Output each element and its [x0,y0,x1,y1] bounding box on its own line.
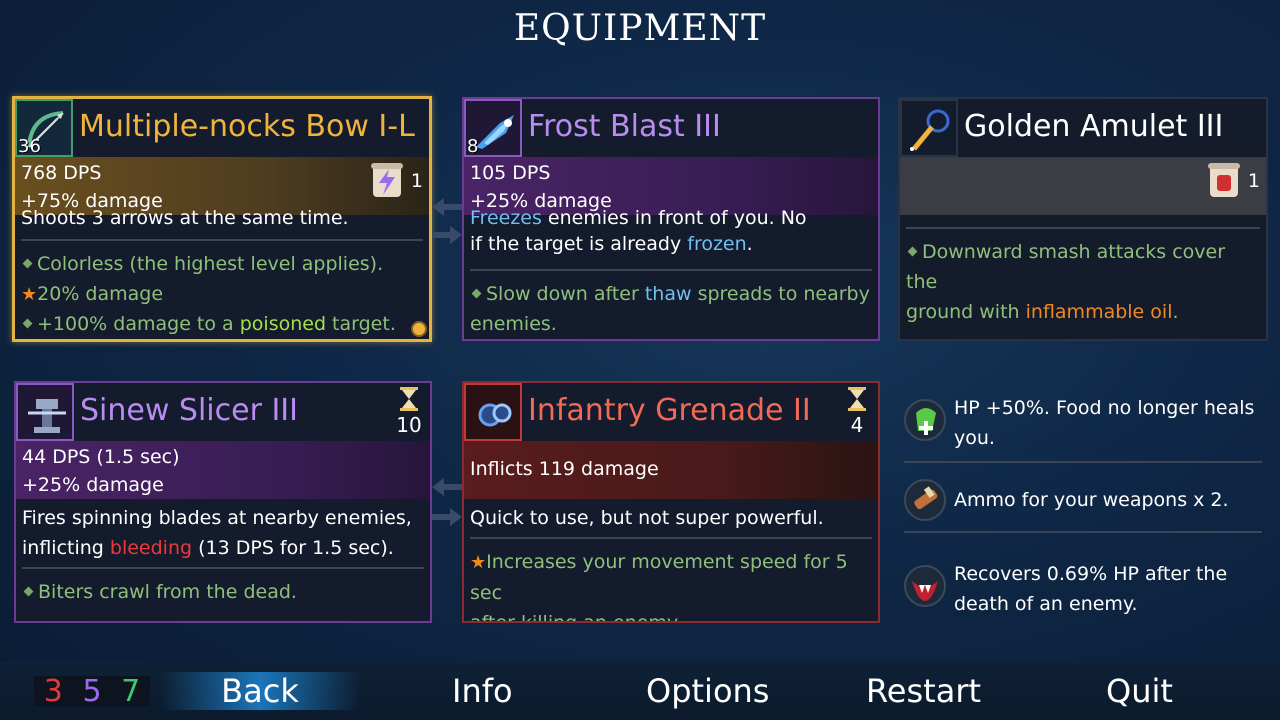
frost-blast-description: Freezes enemies in front of you. No dama… [470,207,807,255]
bow-name: Multiple-nocks Bow I-L [79,109,415,144]
bow-separator [21,239,423,241]
amulet-card[interactable]: Golden Amulet III 1 Downward smash attac… [898,97,1268,341]
grenade-separator [470,537,872,539]
sinew-slicer-mod: Biters crawl from the dead. [22,577,424,607]
tactics-count: 5 [82,673,102,709]
survival-count: 7 [121,673,141,709]
bow-scroll-count: 1 [410,170,423,192]
restart-button[interactable]: Restart [866,672,981,710]
frost-blast-level: 8 [467,136,479,157]
swap-arrow-left-icon [432,478,462,496]
skill-card-sinew-slicer[interactable]: Sinew Slicer III 10 44 DPS (1.5 sec) +25… [14,381,432,623]
green-potion-icon [904,399,946,441]
grenade-mod: ★Increases your movement speed for 5 sec… [470,551,848,623]
sinew-slicer-stats: 44 DPS (1.5 sec) +25% damage [16,441,430,499]
slicer-cooldown: 10 [396,413,422,437]
gold-corner-ornament-icon [411,321,427,337]
quit-button[interactable]: Quit [1106,672,1173,710]
swap-arrow-right-icon [432,508,462,526]
options-button[interactable]: Options [646,672,769,710]
star-icon: ★ [470,552,487,573]
amulet-scroll-count: 1 [1247,170,1260,192]
swap-arrow-left-icon [432,198,462,216]
bow-mod-2: ★20% damage [21,283,164,305]
tactics-scroll-icon [370,163,403,197]
brutality-count: 3 [43,673,63,709]
frost-blast-name: Frost Blast III [528,109,721,144]
page-title: EQUIPMENT [513,8,767,49]
info-button[interactable]: Info [452,672,513,710]
sinew-slicer-dps: 44 DPS (1.5 sec) [22,446,180,468]
bow-dps: 768 DPS [21,162,102,184]
vampire-icon [904,565,946,607]
grenade-description: Quick to use, but not super powerful. [470,507,824,529]
grenade-icon [464,383,522,441]
bow-level: 36 [18,136,41,157]
frost-blast-separator [470,269,872,271]
mutation-separator [904,461,1262,463]
mutation-item[interactable]: HP +50%. Food no longer heals you. [898,393,1268,453]
diamond-icon [471,288,482,298]
bow-description: Shoots 3 arrows at the same time. [21,207,349,229]
sinew-slicer-separator [22,567,424,569]
grenade-cooldown-badge: 4 [844,387,870,437]
mutation-item[interactable]: Ammo for your weapons x 2. [898,477,1268,523]
amulet-mod: Downward smash attacks cover the ground … [906,241,1226,323]
back-button[interactable]: Back [160,672,360,710]
sinew-slicer-icon [16,383,74,441]
weapon-card-frost-blast[interactable]: 8 Frost Blast III 105 DPS +25% damage Fr… [462,97,880,341]
diamond-icon [907,246,918,256]
bow-mod-1: Colorless (the highest level applies). [21,249,423,279]
bow-scroll-badge: 1 [369,161,423,201]
sinew-slicer-description: Fires spinning blades at nearby enemies,… [22,507,412,559]
star-icon: ★ [21,284,38,305]
frost-blast-icon: 8 [464,99,522,157]
hourglass-icon [400,387,418,411]
bow-icon: 36 [15,99,73,157]
diamond-icon [22,258,33,268]
mutation-separator [904,531,1262,533]
amulet-scroll-badge: 1 [1206,161,1260,201]
frost-blast-dps: 105 DPS [470,162,551,184]
sinew-slicer-name: Sinew Slicer III [80,393,298,428]
ammo-icon [904,479,946,521]
grenade-name: Infantry Grenade II [528,393,811,428]
scroll-stats-counter: 3 5 7 [34,673,150,709]
frost-blast-mod: Slow down after thaw spreads to nearby e… [470,283,870,335]
grenade-cooldown: 4 [850,413,864,437]
mutation-item[interactable]: Recovers 0.69% HP after the death of an … [898,559,1268,619]
diamond-icon [23,586,34,596]
swap-arrow-right-icon [432,226,462,244]
golden-amulet-icon [900,99,958,157]
amulet-separator [906,227,1260,229]
mutations-panel: HP +50%. Food no longer heals you. Ammo … [898,383,1268,621]
slicer-cooldown-badge: 10 [396,387,422,437]
amulet-name: Golden Amulet III [964,109,1224,144]
sinew-slicer-damage: +25% damage [22,474,164,496]
grenade-damage: Inflicts 119 damage [470,458,659,480]
brutality-scroll-icon [1207,163,1240,197]
weapon-card-bow[interactable]: 36 Multiple-nocks Bow I-L 768 DPS +75% d… [12,96,432,342]
skill-card-infantry-grenade[interactable]: Infantry Grenade II 4 Inflicts 119 damag… [462,381,880,623]
bow-mod-3: +100% damage to a poisoned target. [21,309,423,339]
grenade-stats: Inflicts 119 damage [464,441,878,499]
hourglass-icon [848,387,866,411]
diamond-icon [22,318,33,328]
